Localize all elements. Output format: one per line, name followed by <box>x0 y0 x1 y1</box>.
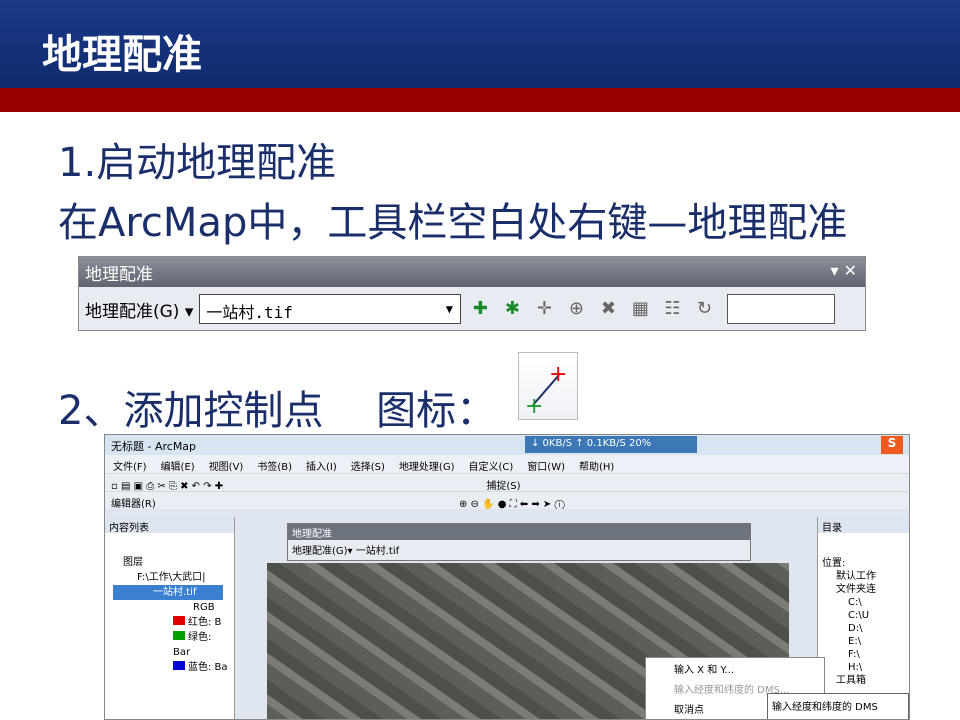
layer-combo[interactable]: 一站村.tif ▼ <box>199 294 462 324</box>
catalog-panel: 目录 位置: 默认工作 文件夹连 C:\ C:\U D:\ E:\ F:\ H:… <box>817 517 909 719</box>
view-link-table-icon[interactable]: ▦ <box>627 296 653 322</box>
new-doc-icon[interactable]: ▫ ▤ ▣ ⎙ ✂ ⎘ ✖ ↶ ↷ ✚ <box>111 481 223 491</box>
catalog-location: 位置: <box>822 558 846 569</box>
layer-combo-value: 一站村.tif <box>206 303 293 322</box>
svg-text:+: + <box>549 362 567 387</box>
table-of-contents: 内容列表 图层 F:\工作\大武口| 一站村.tif RGB 红色: B 绿色:… <box>105 517 235 719</box>
sogou-icon: S <box>881 436 903 454</box>
floating-toolbar-caption: 地理配准 <box>288 524 750 540</box>
catalog-item[interactable]: D:\ <box>822 622 905 635</box>
snapping-label[interactable]: 捕捉(S) <box>486 481 520 491</box>
toc-red: 红色: B <box>113 615 230 630</box>
standard-toolbar: ▫ ▤ ▣ ⎙ ✂ ⎘ ✖ ↶ ↷ ✚ 捕捉(S) <box>105 473 909 491</box>
chevron-down-icon: ▾ <box>184 301 194 322</box>
catalog-item[interactable]: 文件夹连 <box>822 583 905 596</box>
toolbar-caption: 地理配准 ▾ ✕ <box>79 257 865 287</box>
toc-blue-label: 蓝色: Ba <box>188 662 228 673</box>
zoom-in-icon[interactable]: ⊕ ⊖ ✋ ● ⛶ ⬅ ➡ ➤ ⓘ <box>459 499 565 509</box>
catalog-title: 目录 <box>818 517 909 534</box>
editor-toolbar: 编辑器(R) ⊕ ⊖ ✋ ● ⛶ ⬅ ➡ ➤ ⓘ <box>105 491 909 509</box>
menu-view[interactable]: 视图(V) <box>209 458 244 473</box>
catalog-item[interactable]: C:\U <box>822 609 905 622</box>
select-link-icon[interactable]: ✛ <box>531 296 557 322</box>
menu-edit[interactable]: 编辑(E) <box>161 458 195 473</box>
step-2-heading: 2、添加控制点 图标： <box>58 388 497 434</box>
toc-red-label: 红色: B <box>188 617 222 628</box>
catalog-item[interactable]: H:\ <box>822 661 905 674</box>
menu-bookmarks[interactable]: 书签(B) <box>257 458 292 473</box>
window-title: 无标题 - ArcMap ↓ 0KB/S ↑ 0.1KB/S 20% S <box>105 435 909 455</box>
catalog-item[interactable]: C:\ <box>822 596 905 609</box>
menu-insert[interactable]: 插入(I) <box>306 458 337 473</box>
menu-customize[interactable]: 自定义(C) <box>469 458 514 473</box>
catalog-item[interactable]: 工具箱 <box>822 674 905 687</box>
georeferencing-menu-label: 地理配准(G) <box>85 301 180 322</box>
red-swatch <box>173 616 185 625</box>
georeferencing-menu-button[interactable]: 地理配准(G) ▾ <box>85 297 193 322</box>
catalog-item[interactable]: F:\ <box>822 648 905 661</box>
catalog-item[interactable]: 默认工作 <box>822 570 905 583</box>
georeferencing-toolbar: 地理配准 ▾ ✕ 地理配准(G) ▾ 一站村.tif ▼ ✚ ✱ ✛ ⊕ ✖ ▦… <box>78 256 866 331</box>
green-swatch <box>173 631 185 640</box>
auto-register-icon[interactable]: ✱ <box>499 296 525 322</box>
tooltip: 输入经度和纬度的 DMS <box>767 693 909 719</box>
menu-help[interactable]: 帮助(H) <box>579 458 614 473</box>
step-1-heading: 1.启动地理配准 <box>58 140 337 186</box>
arcmap-screenshot: 无标题 - ArcMap ↓ 0KB/S ↑ 0.1KB/S 20% S 文件(… <box>104 434 910 720</box>
chevron-down-icon[interactable]: ▼ <box>440 297 458 321</box>
window-title-text: 无标题 - ArcMap <box>111 440 197 453</box>
zoom-to-link-icon[interactable]: ⊕ <box>563 296 589 322</box>
floating-georeferencing-toolbar: 地理配准 地理配准(G)▾ 一站村.tif <box>287 523 751 561</box>
arcmap-menu-bar: 文件(F) 编辑(E) 视图(V) 书签(B) 插入(I) 选择(S) 地理处理… <box>105 455 909 473</box>
floating-toolbar-row[interactable]: 地理配准(G)▾ 一站村.tif <box>288 540 750 559</box>
blue-swatch <box>173 661 185 670</box>
toc-rgb: RGB <box>193 602 215 613</box>
editor-menu[interactable]: 编辑器(R) <box>111 499 156 509</box>
add-control-points-icon[interactable]: ✚ <box>467 296 493 322</box>
toc-layers[interactable]: 图层 <box>113 555 230 570</box>
toc-green: 绿色: Bar <box>113 630 230 660</box>
menu-geoprocessing[interactable]: 地理处理(G) <box>399 458 455 473</box>
title-accent-stripe <box>0 88 960 112</box>
toolbar-caption-text: 地理配准 <box>85 265 153 285</box>
download-speed-badge: ↓ 0KB/S ↑ 0.1KB/S 20% <box>525 436 697 453</box>
view-table-icon[interactable]: ☷ <box>659 296 685 322</box>
slide-title: 地理配准 <box>42 31 202 78</box>
rotation-angle-input[interactable] <box>727 294 836 324</box>
toc-raster-layer[interactable]: 一站村.tif <box>113 585 223 600</box>
toc-folder[interactable]: F:\工作\大武口| <box>113 570 230 585</box>
add-control-points-icon: + + <box>518 352 578 420</box>
toc-blue: 蓝色: Ba <box>113 660 230 675</box>
toc-title: 内容列表 <box>105 517 234 534</box>
context-input-xy[interactable]: 输入 X 和 Y... <box>646 658 824 678</box>
menu-file[interactable]: 文件(F) <box>113 458 147 473</box>
menu-select[interactable]: 选择(S) <box>351 458 385 473</box>
delete-link-icon[interactable]: ✖ <box>595 296 621 322</box>
catalog-item[interactable]: E:\ <box>822 635 905 648</box>
step-1-instruction: 在ArcMap中，工具栏空白处右键—地理配准 <box>58 200 848 246</box>
menu-windows[interactable]: 窗口(W) <box>527 458 565 473</box>
toolbar-window-controls[interactable]: ▾ ✕ <box>830 261 857 280</box>
svg-text:+: + <box>525 394 543 419</box>
rotate-icon[interactable]: ↻ <box>691 296 717 322</box>
